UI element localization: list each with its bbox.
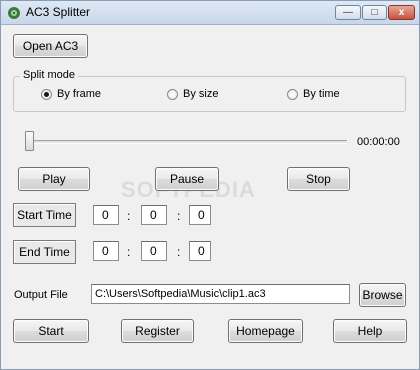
end-seconds-field[interactable]: 0 <box>189 241 211 261</box>
maximize-button[interactable]: □ <box>362 5 387 20</box>
radio-unchecked-icon <box>167 89 178 100</box>
end-minutes-field[interactable]: 0 <box>141 241 167 261</box>
stop-button[interactable]: Stop <box>287 167 350 191</box>
register-button[interactable]: Register <box>121 319 194 343</box>
output-file-label: Output File <box>14 289 68 301</box>
app-icon <box>8 7 20 19</box>
open-ac3-button[interactable]: Open AC3 <box>13 34 88 58</box>
homepage-button[interactable]: Homepage <box>228 319 303 343</box>
radio-label: By size <box>183 88 219 100</box>
end-time-button[interactable]: End Time <box>13 240 76 264</box>
radio-unchecked-icon <box>287 89 298 100</box>
time-separator: : <box>177 245 181 259</box>
close-button[interactable]: x <box>388 5 415 20</box>
pause-button[interactable]: Pause <box>155 167 219 191</box>
title-bar[interactable]: AC3 Splitter — □ x <box>1 1 419 25</box>
app-window: AC3 Splitter — □ x Open AC3 Split mode B… <box>0 0 420 370</box>
split-mode-label: Split mode <box>20 69 78 81</box>
time-separator: : <box>127 245 131 259</box>
radio-label: By time <box>303 88 340 100</box>
time-separator: : <box>127 209 131 223</box>
minimize-button[interactable]: — <box>335 5 361 20</box>
output-file-field[interactable]: C:\Users\Softpedia\Music\clip1.ac3 <box>91 284 350 304</box>
start-time-button[interactable]: Start Time <box>13 203 76 227</box>
end-hours-field[interactable]: 0 <box>93 241 119 261</box>
start-hours-field[interactable]: 0 <box>93 205 119 225</box>
window-title: AC3 Splitter <box>26 5 91 19</box>
browse-button[interactable]: Browse <box>359 283 406 307</box>
seek-slider-thumb[interactable] <box>25 131 34 151</box>
start-seconds-field[interactable]: 0 <box>189 205 211 225</box>
help-button[interactable]: Help <box>333 319 407 343</box>
start-minutes-field[interactable]: 0 <box>141 205 167 225</box>
play-button[interactable]: Play <box>18 167 90 191</box>
time-separator: : <box>177 209 181 223</box>
radio-checked-icon <box>41 89 52 100</box>
start-button[interactable]: Start <box>13 319 89 343</box>
time-display: 00:00:00 <box>357 136 400 148</box>
seek-slider-track[interactable] <box>25 140 347 144</box>
radio-label: By frame <box>57 88 102 100</box>
